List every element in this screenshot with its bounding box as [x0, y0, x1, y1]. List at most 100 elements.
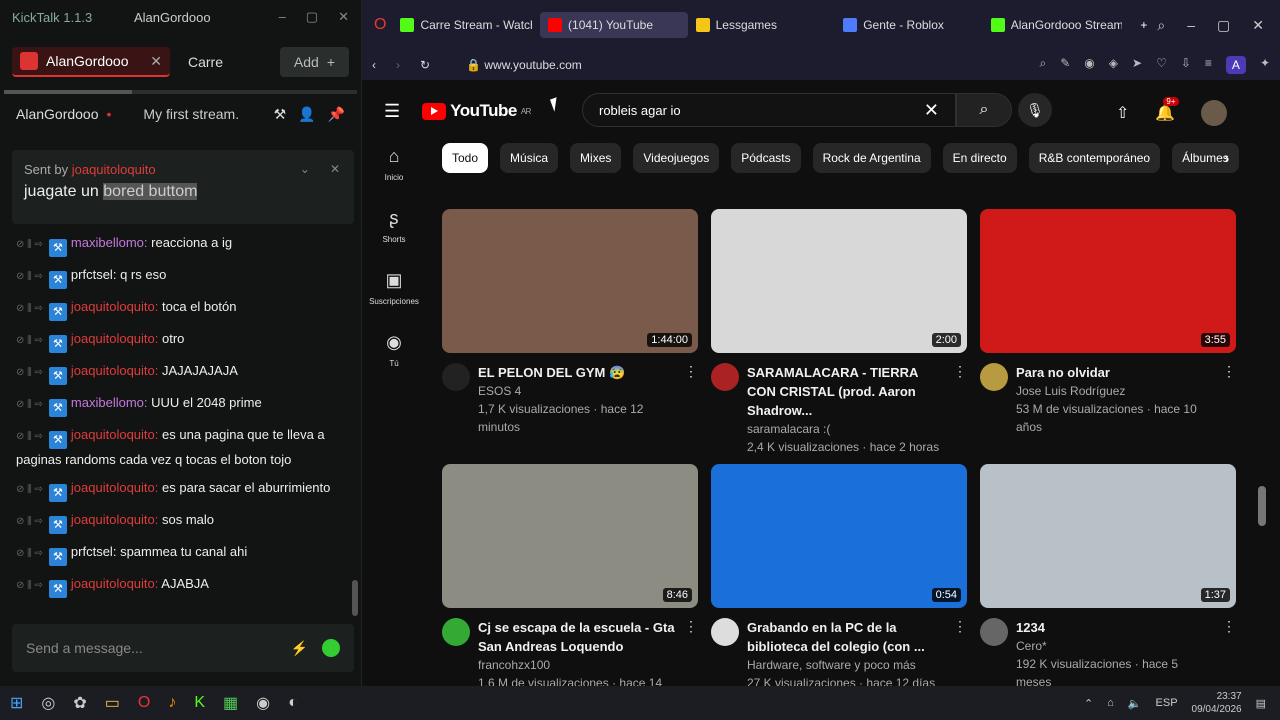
- chat-username[interactable]: prfctsel:: [71, 267, 117, 282]
- mod-actions-icon[interactable]: ⊘ ⫼ ⇨: [16, 271, 43, 282]
- browser-tab[interactable]: AlanGordooo Stream: [983, 12, 1131, 38]
- page-scrollbar[interactable]: [1258, 486, 1266, 526]
- close-icon[interactable]: ✕: [338, 9, 349, 25]
- user-icon[interactable]: 👤: [298, 106, 315, 123]
- translate-icon[interactable]: ⚡: [291, 640, 308, 657]
- maximize-icon[interactable]: ▢: [306, 9, 318, 25]
- channel-name[interactable]: ESOS 4: [478, 382, 676, 400]
- upload-icon[interactable]: ⇧: [1116, 103, 1129, 123]
- lang-indicator[interactable]: ESP: [1156, 697, 1178, 709]
- chevron-right-icon[interactable]: ›: [1224, 150, 1229, 168]
- channel-name[interactable]: saramalacara :(: [747, 420, 945, 438]
- minimize-icon[interactable]: –: [1187, 17, 1195, 34]
- mod-actions-icon[interactable]: ⊘ ⫼ ⇨: [16, 548, 43, 559]
- minecraft-icon[interactable]: ▦: [223, 693, 238, 713]
- download-icon[interactable]: ⇩: [1181, 56, 1191, 74]
- volume-icon[interactable]: 🔈: [1128, 697, 1142, 710]
- channel-avatar[interactable]: [442, 363, 470, 391]
- sidebar-item[interactable]: ʂ Shorts: [362, 208, 426, 270]
- chat-username[interactable]: joaquitoloquito:: [71, 363, 158, 378]
- chevron-up-icon[interactable]: ⌃: [1084, 697, 1093, 710]
- edit-icon[interactable]: ✎: [1060, 56, 1070, 74]
- sidebar-item[interactable]: ◉ Tú: [362, 332, 426, 394]
- hamburger-icon[interactable]: ☰: [384, 101, 400, 122]
- reload-icon[interactable]: ↻: [420, 58, 430, 72]
- forward-icon[interactable]: ›: [396, 58, 400, 72]
- mod-actions-icon[interactable]: ⊘ ⫼ ⇨: [16, 399, 43, 410]
- sidebar-item[interactable]: ⌂ Inicio: [362, 146, 426, 208]
- video-card[interactable]: 1:44:00 EL PELON DEL GYM 😰 ESOS 4 1,7 K vis…: [442, 209, 698, 436]
- filter-chip[interactable]: Pódcasts: [731, 143, 801, 173]
- filter-chip[interactable]: Videojuegos: [633, 143, 720, 173]
- chevron-down-icon[interactable]: ⌄: [300, 162, 310, 176]
- mod-actions-icon[interactable]: ⊘ ⫼ ⇨: [16, 303, 43, 314]
- notifications-icon[interactable]: ▤: [1256, 697, 1266, 710]
- video-thumbnail[interactable]: 0:54: [711, 464, 967, 608]
- filter-chip[interactable]: Música: [500, 143, 559, 173]
- windows-start-icon[interactable]: ⊞: [10, 693, 23, 713]
- video-title[interactable]: SARAMALACARA - TIERRA CON CRISTAL (prod.…: [747, 363, 945, 420]
- network-icon[interactable]: ⌂: [1107, 697, 1114, 709]
- chat-username[interactable]: maxibellomo:: [71, 235, 148, 250]
- mod-actions-icon[interactable]: ⊘ ⫼ ⇨: [16, 516, 43, 527]
- channel-name[interactable]: Cero*: [1016, 637, 1214, 655]
- browser-tab[interactable]: Lessgames: [688, 12, 836, 38]
- close-icon[interactable]: ✕: [150, 53, 162, 70]
- browser-tab[interactable]: Carre Stream - Watch: [392, 12, 540, 38]
- mod-actions-icon[interactable]: ⊘ ⫼ ⇨: [16, 484, 43, 495]
- video-card[interactable]: 0:54 Grabando en la PC de la biblioteca d…: [711, 464, 967, 692]
- pinned-user[interactable]: joaquitoloquito: [72, 162, 156, 177]
- channel-avatar[interactable]: [442, 618, 470, 646]
- add-chatroom-button[interactable]: Add +: [279, 47, 349, 77]
- minimize-icon[interactable]: –: [279, 9, 286, 25]
- url-field[interactable]: 🔒 www.youtube.com: [466, 58, 582, 72]
- new-tab-icon[interactable]: +: [1140, 18, 1147, 32]
- opera-logo-icon[interactable]: O: [374, 16, 386, 34]
- video-title[interactable]: Grabando en la PC de la biblioteca del c…: [747, 618, 945, 656]
- more-options-icon[interactable]: ⋮: [953, 618, 967, 692]
- video-thumbnail[interactable]: 1:37: [980, 464, 1236, 608]
- ai-icon[interactable]: ✦: [1260, 56, 1270, 74]
- notifications-button[interactable]: 🔔 9+: [1155, 97, 1179, 123]
- account-icon[interactable]: A: [1225, 56, 1246, 74]
- paint-icon[interactable]: ✿: [73, 693, 86, 713]
- emote-icon[interactable]: [322, 639, 340, 657]
- channel-name[interactable]: Hardware, software y poco más: [747, 656, 945, 674]
- chat-scrollbar[interactable]: [352, 580, 358, 616]
- youtube-logo[interactable]: YouTube AR: [422, 101, 531, 121]
- chat-username[interactable]: joaquitoloquito:: [71, 512, 158, 527]
- search-button[interactable]: ⌕: [956, 93, 1012, 127]
- chat-username[interactable]: joaquitoloquito:: [71, 299, 158, 314]
- hammer-icon[interactable]: ⚒: [274, 106, 287, 123]
- channel-avatar[interactable]: [711, 618, 739, 646]
- channel-avatar[interactable]: [980, 363, 1008, 391]
- browser-tab[interactable]: Gente - Roblox: [835, 12, 983, 38]
- filter-chip[interactable]: Mixes: [570, 143, 622, 173]
- filter-chip[interactable]: Todo: [442, 143, 489, 173]
- more-options-icon[interactable]: ⋮: [1222, 618, 1236, 691]
- chat-username[interactable]: joaquitoloquito:: [71, 576, 158, 591]
- video-title[interactable]: Para no olvidar: [1016, 363, 1214, 382]
- account-name[interactable]: AlanGordooo: [134, 10, 211, 25]
- chat-username[interactable]: joaquitoloquito:: [71, 427, 158, 442]
- clock[interactable]: 23:37 09/04/2026: [1192, 690, 1242, 716]
- kick-icon[interactable]: K: [194, 694, 205, 712]
- search-icon[interactable]: ⌕: [1040, 56, 1047, 74]
- video-title[interactable]: 1234: [1016, 618, 1214, 637]
- channel-name[interactable]: Jose Luis Rodríguez: [1016, 382, 1214, 400]
- pin-icon[interactable]: 📌: [328, 106, 345, 123]
- channel-avatar[interactable]: [711, 363, 739, 391]
- search-tabs-icon[interactable]: ⌕: [1157, 17, 1165, 34]
- back-icon[interactable]: ‹: [372, 58, 376, 72]
- channel-avatar[interactable]: [980, 618, 1008, 646]
- maximize-icon[interactable]: ▢: [1217, 17, 1230, 34]
- video-card[interactable]: 8:46 Cj se escapa de la escuela - Gta San…: [442, 464, 698, 710]
- explorer-icon[interactable]: ▭: [105, 693, 120, 713]
- mic-button[interactable]: 🎙: [1018, 93, 1052, 127]
- sidebar-item[interactable]: ▣ Suscripciones: [362, 270, 426, 332]
- steam-client-icon[interactable]: ◉: [256, 693, 270, 713]
- close-icon[interactable]: ✕: [1252, 17, 1264, 34]
- search-input[interactable]: robleis agar io ✕: [582, 93, 956, 127]
- message-input[interactable]: Send a message... ⚡: [12, 624, 354, 672]
- filter-chip[interactable]: R&B contemporáneo: [1028, 143, 1161, 173]
